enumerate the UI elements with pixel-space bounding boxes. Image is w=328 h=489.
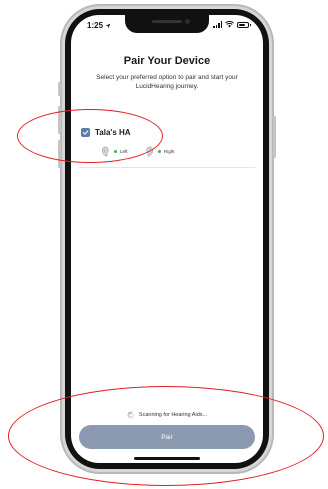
device-name: Tala's HA — [95, 128, 131, 137]
left-connected-dot — [114, 150, 117, 153]
right-label: Right — [164, 149, 175, 154]
left-label: Left — [120, 149, 128, 154]
left-ear-status: Left — [101, 146, 128, 157]
page-subtitle: Select your preferred option to pair and… — [96, 74, 238, 90]
page-title: Pair Your Device — [123, 55, 211, 67]
pair-button[interactable]: Pair — [79, 425, 255, 449]
status-time-text: 1:25 — [87, 21, 104, 30]
front-camera — [185, 19, 190, 24]
status-bar-time: 1:25 — [87, 21, 111, 30]
earpiece-speaker — [152, 20, 182, 23]
power-button — [273, 116, 276, 158]
right-connected-dot — [158, 150, 161, 153]
device-checkbox[interactable] — [81, 128, 90, 137]
screenshot-stage: 1:25 Pair Your Device Select your prefer… — [0, 0, 328, 489]
right-hearing-aid-icon — [146, 146, 153, 157]
right-ear-status: Right — [145, 146, 175, 157]
scanning-text: Scanning for Hearing Aids... — [138, 412, 208, 418]
battery-level — [239, 23, 245, 26]
left-hearing-aid-icon — [102, 146, 109, 157]
status-bar-icons — [213, 21, 251, 28]
device-list-item[interactable]: Tala's HA Left Right — [81, 128, 253, 166]
volume-down-button — [58, 140, 61, 168]
scanning-status: Scanning for Hearing Aids... — [71, 411, 263, 419]
home-indicator — [134, 457, 200, 460]
list-divider — [79, 167, 255, 168]
notch — [125, 15, 209, 33]
mute-switch — [58, 82, 61, 96]
phone-frame: 1:25 Pair Your Device Select your prefer… — [58, 4, 276, 474]
loading-spinner-icon — [127, 411, 135, 419]
battery-icon — [237, 21, 251, 28]
cellular-signal-icon — [213, 21, 222, 28]
volume-up-button — [58, 106, 61, 134]
location-arrow-icon — [105, 23, 111, 29]
wifi-icon — [225, 21, 234, 28]
checkmark-icon — [82, 130, 89, 135]
phone-screen: 1:25 Pair Your Device Select your prefer… — [71, 15, 263, 463]
